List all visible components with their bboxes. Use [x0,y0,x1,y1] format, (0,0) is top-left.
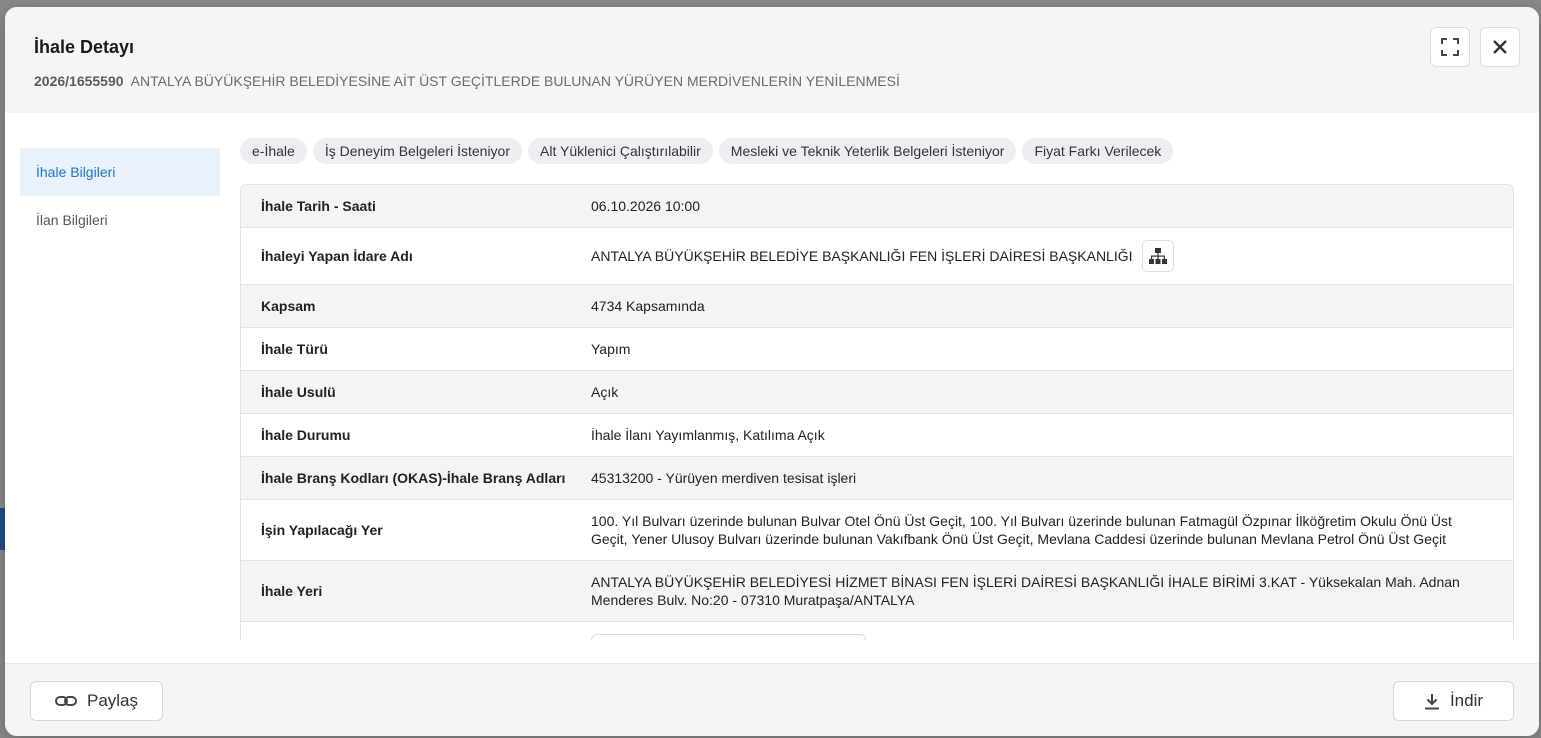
row-label: İhale Durumu [261,427,351,443]
close-icon [1493,40,1507,54]
share-label: Paylaş [86,691,139,710]
row-label: İhale Türü [261,341,328,357]
tender-detail-modal: İhale Detayı 2026/1655590 ANTALYA BÜYÜKŞ… [5,7,1539,736]
row-label: İhaleyi Yapan İdare Adı [261,248,413,264]
tag-chip: Fiyat Farkı Verilecek [1022,138,1174,164]
partial-field [591,634,866,640]
sidebar-item-ilan-bilgileri[interactable]: İlan Bilgileri [20,196,220,244]
modal-title: İhale Detayı [34,37,135,57]
download-label: İndir [1449,691,1484,710]
tag-list: e-İhale İş Deneyim Belgeleri İsteniyor A… [240,138,1515,164]
share-button[interactable]: Paylaş [30,681,163,721]
row-label: İşin Yapılacağı Yer [261,522,383,538]
link-icon [54,696,77,706]
table-row [241,622,1513,640]
modal-header: İhale Detayı 2026/1655590 ANTALYA BÜYÜKŞ… [5,7,1539,113]
modal-subtitle: 2026/1655590 ANTALYA BÜYÜKŞEHİR BELEDİYE… [34,73,900,89]
org-chart-button[interactable] [1141,240,1174,272]
modal-footer: Paylaş İndir [5,663,1539,736]
table-row: İhale Tarih - Saati 06.10.2026 10:00 [241,185,1513,228]
row-label: İhale Branş Kodları (OKAS)-İhale Branş A… [261,470,566,486]
table-row: İhale Yeri ANTALYA BÜYÜKŞEHİR BELEDİYESİ… [241,561,1513,622]
download-icon [1424,693,1439,709]
sidebar-item-ihale-bilgileri[interactable]: İhale Bilgileri [20,148,220,196]
row-value: 06.10.2026 10:00 [591,198,700,214]
table-row: İşin Yapılacağı Yer 100. Yıl Bulvarı üze… [241,500,1513,561]
tag-chip: e-İhale [240,138,307,164]
row-value: 4734 Kapsamında [591,298,705,314]
tender-name: ANTALYA BÜYÜKŞEHİR BELEDİYESİNE AİT ÜST … [130,73,900,89]
row-value: 100. Yıl Bulvarı üzerinde bulunan Bulvar… [591,513,1452,547]
tag-chip: İş Deneyim Belgeleri İsteniyor [312,138,522,164]
tag-chip: Mesleki ve Teknik Yeterlik Belgeleri İst… [718,138,1017,164]
content-panel: e-İhale İş Deneyim Belgeleri İsteniyor A… [240,138,1515,640]
fullscreen-button[interactable] [1430,27,1470,67]
row-value: Yapım [591,341,631,357]
org-chart-icon [1148,248,1167,264]
table-row: İhale Usulü Açık [241,371,1513,414]
row-label: İhale Yeri [261,583,323,599]
row-label: İhale Tarih - Saati [261,198,376,214]
table-row: İhale Durumu İhale İlanı Yayımlanmış, Ka… [241,414,1513,457]
row-value: Açık [591,384,619,400]
row-value: İhale İlanı Yayımlanmış, Katılıma Açık [591,427,825,443]
row-value: ANTALYA BÜYÜKŞEHİR BELEDİYE BAŞKANLIĞI F… [591,240,1513,272]
row-value: ANTALYA BÜYÜKŞEHİR BELEDİYESİ HİZMET BİN… [591,574,1460,608]
table-row: İhaleyi Yapan İdare Adı ANTALYA BÜYÜKŞEH… [241,228,1513,285]
details-table: İhale Tarih - Saati 06.10.2026 10:00 İha… [240,184,1514,640]
tag-chip: Alt Yüklenici Çalıştırılabilir [528,138,713,164]
row-label: İhale Usulü [261,384,336,400]
tender-ref-number: 2026/1655590 [34,73,124,89]
sidebar-nav: İhale Bilgileri İlan Bilgileri [20,148,220,244]
row-label: Kapsam [261,298,316,314]
row-value: 45313200 - Yürüyen merdiven tesisat işle… [591,470,857,486]
table-row: İhale Türü Yapım [241,328,1513,371]
fullscreen-icon [1441,38,1459,56]
table-row: İhale Branş Kodları (OKAS)-İhale Branş A… [241,457,1513,500]
download-button[interactable]: İndir [1393,681,1514,721]
close-button[interactable] [1480,27,1520,67]
authority-name: ANTALYA BÜYÜKŞEHİR BELEDİYE BAŞKANLIĞI F… [591,248,1133,264]
table-row: Kapsam 4734 Kapsamında [241,285,1513,328]
